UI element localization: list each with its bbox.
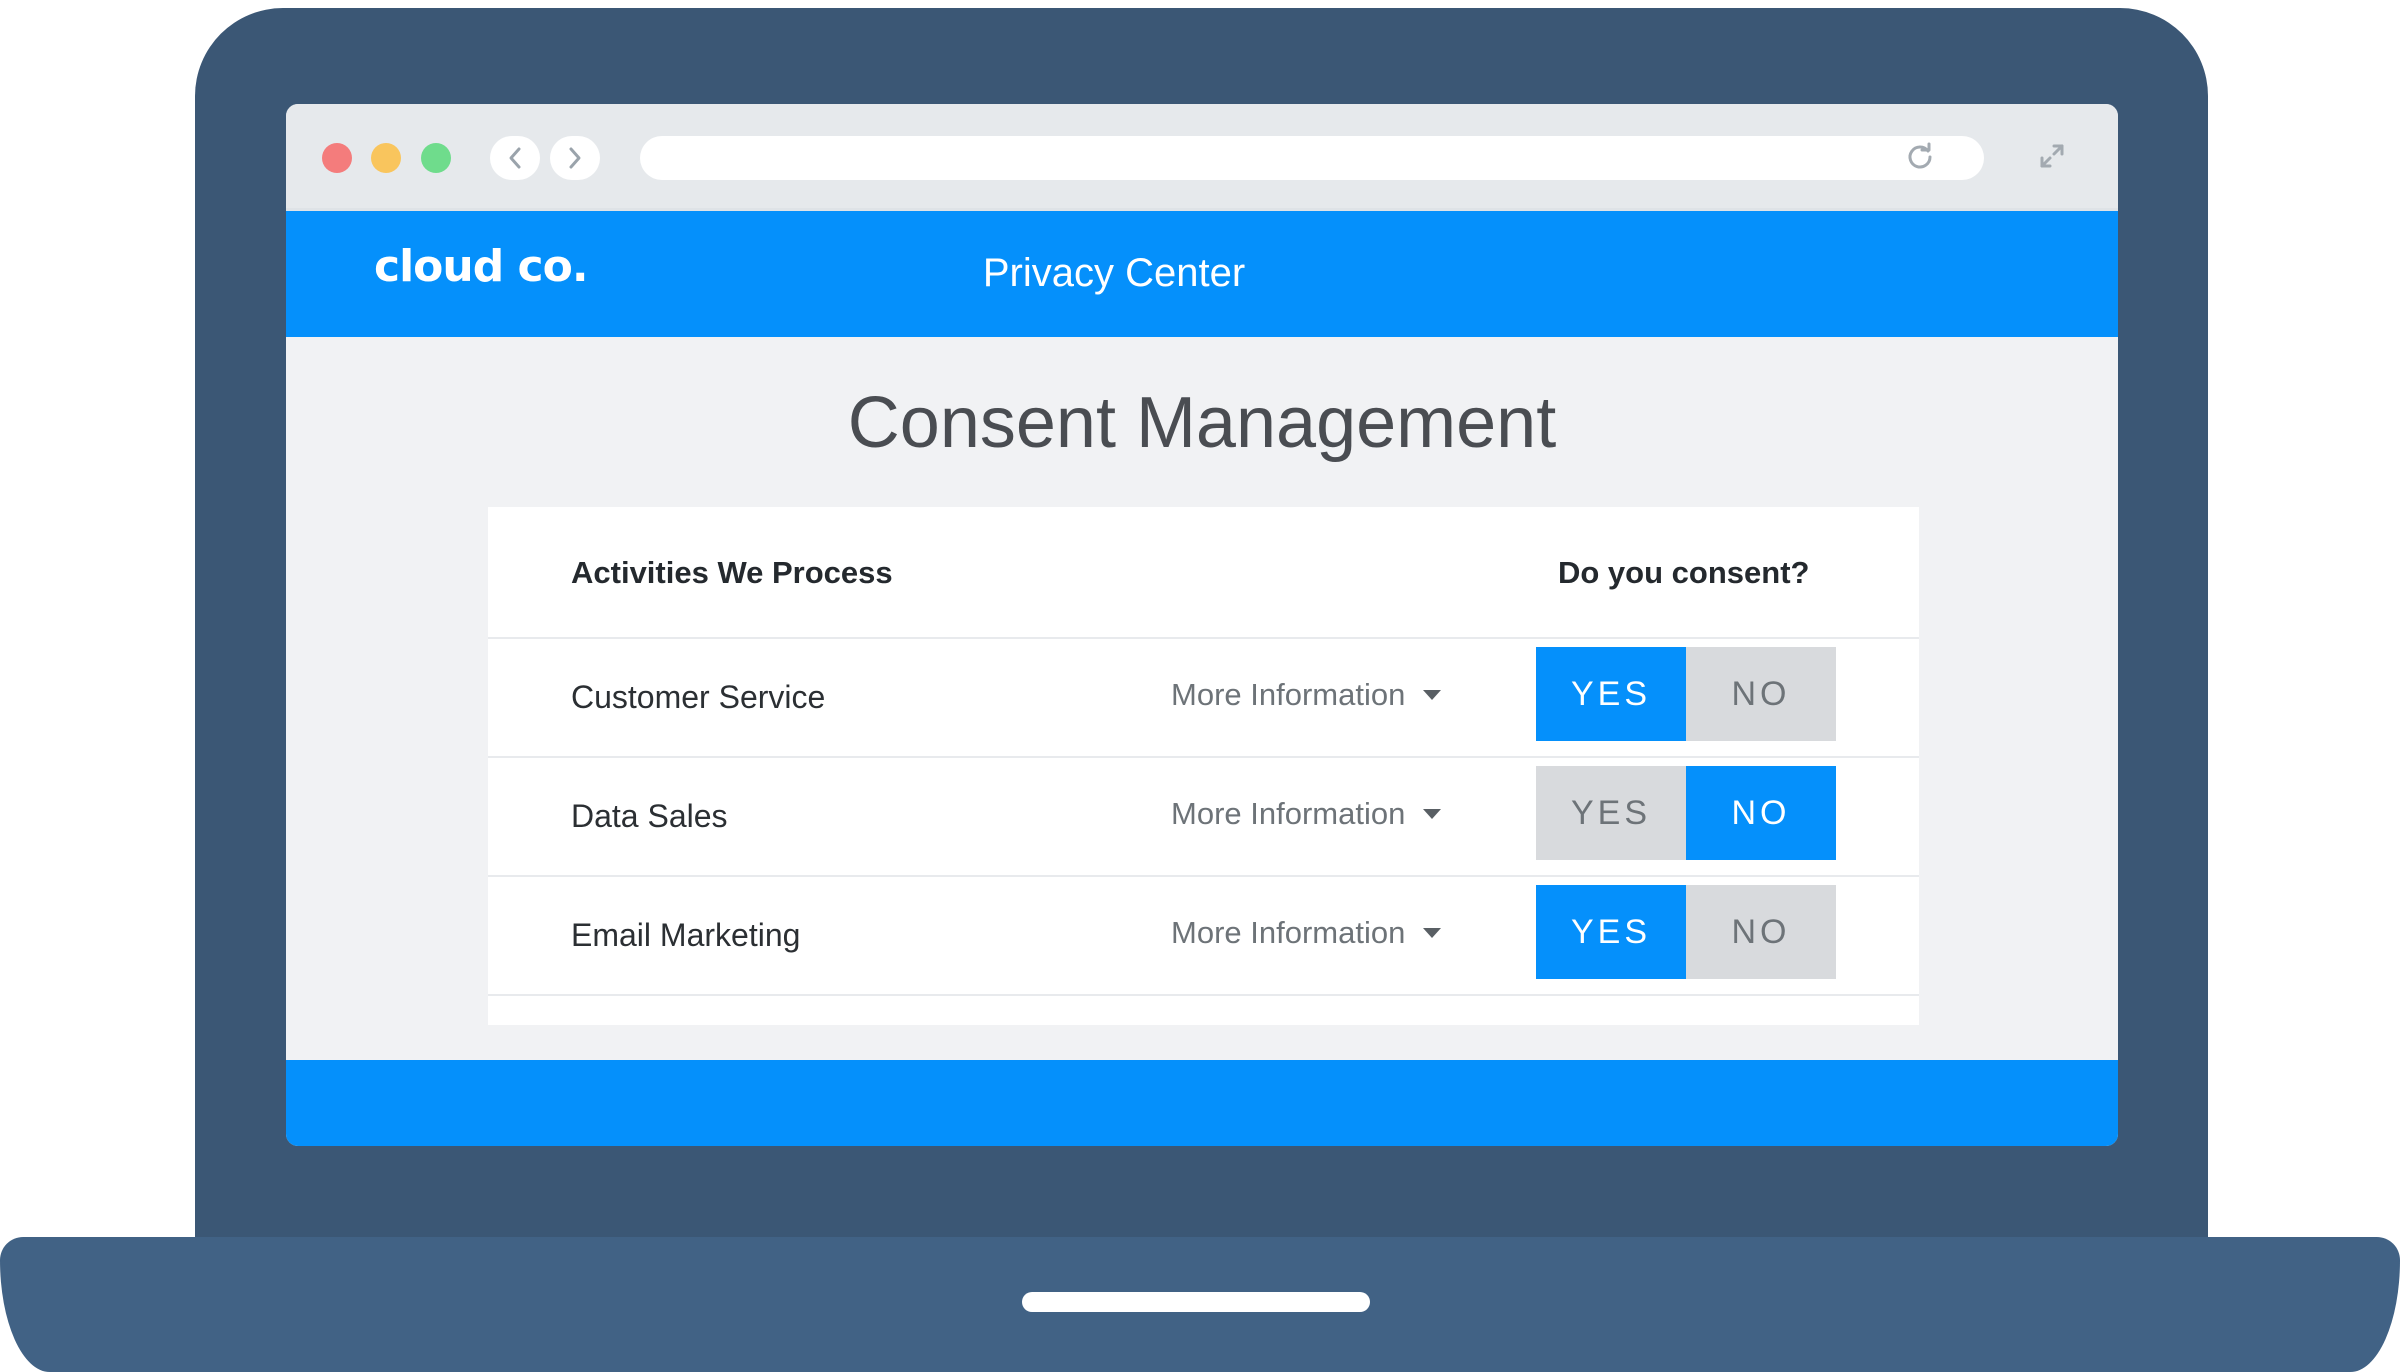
consent-table: Activities We Process Do you consent? Cu…: [488, 507, 1919, 1025]
column-header-activities: Activities We Process: [571, 555, 893, 590]
header-title: Privacy Center: [982, 251, 1246, 295]
minimize-window-dot[interactable]: [371, 143, 401, 173]
yes-button[interactable]: YES: [1536, 647, 1686, 741]
browser-toolbar: [286, 104, 2118, 211]
yes-button[interactable]: YES: [1536, 885, 1686, 979]
laptop-notch: [1022, 1292, 1370, 1312]
more-information-dropdown[interactable]: More Information: [1171, 677, 1442, 713]
chevron-left-icon: [509, 147, 521, 169]
table-row: Email Marketing More Information YES NO: [488, 877, 1919, 996]
activity-label: Data Sales: [571, 798, 728, 834]
address-bar[interactable]: [640, 136, 1984, 180]
maximize-window-dot[interactable]: [421, 143, 451, 173]
more-information-label: More Information: [1171, 796, 1406, 831]
more-information-dropdown[interactable]: More Information: [1171, 796, 1442, 832]
reload-icon[interactable]: [1904, 142, 1936, 174]
more-information-dropdown[interactable]: More Information: [1171, 915, 1442, 951]
yes-button[interactable]: YES: [1536, 766, 1686, 860]
more-information-label: More Information: [1171, 677, 1406, 712]
activity-label: Customer Service: [571, 679, 826, 715]
site-footer: [286, 1060, 2118, 1146]
consent-toggle: YES NO: [1536, 647, 1836, 741]
close-window-dot[interactable]: [322, 143, 352, 173]
caret-down-icon: [1423, 690, 1442, 700]
page-title: Consent Management: [847, 383, 1557, 463]
column-header-consent: Do you consent?: [1558, 555, 1810, 590]
no-button[interactable]: NO: [1686, 766, 1836, 860]
forward-button[interactable]: [550, 136, 600, 180]
table-row: Data Sales More Information YES NO: [488, 758, 1919, 877]
browser-window: cloud co. Privacy Center Consent Managem…: [286, 104, 2118, 1146]
back-button[interactable]: [490, 136, 540, 180]
no-button[interactable]: NO: [1686, 885, 1836, 979]
more-information-label: More Information: [1171, 915, 1406, 950]
consent-toggle: YES NO: [1536, 885, 1836, 979]
expand-icon[interactable]: [2032, 138, 2072, 178]
table-row: Customer Service More Information YES NO: [488, 639, 1919, 758]
site-header: cloud co. Privacy Center: [286, 211, 2118, 337]
caret-down-icon: [1423, 809, 1442, 819]
caret-down-icon: [1423, 928, 1442, 938]
chevron-right-icon: [569, 147, 581, 169]
table-header: Activities We Process Do you consent?: [488, 507, 1919, 639]
no-button[interactable]: NO: [1686, 647, 1836, 741]
consent-toggle: YES NO: [1536, 766, 1836, 860]
activity-label: Email Marketing: [571, 917, 801, 953]
